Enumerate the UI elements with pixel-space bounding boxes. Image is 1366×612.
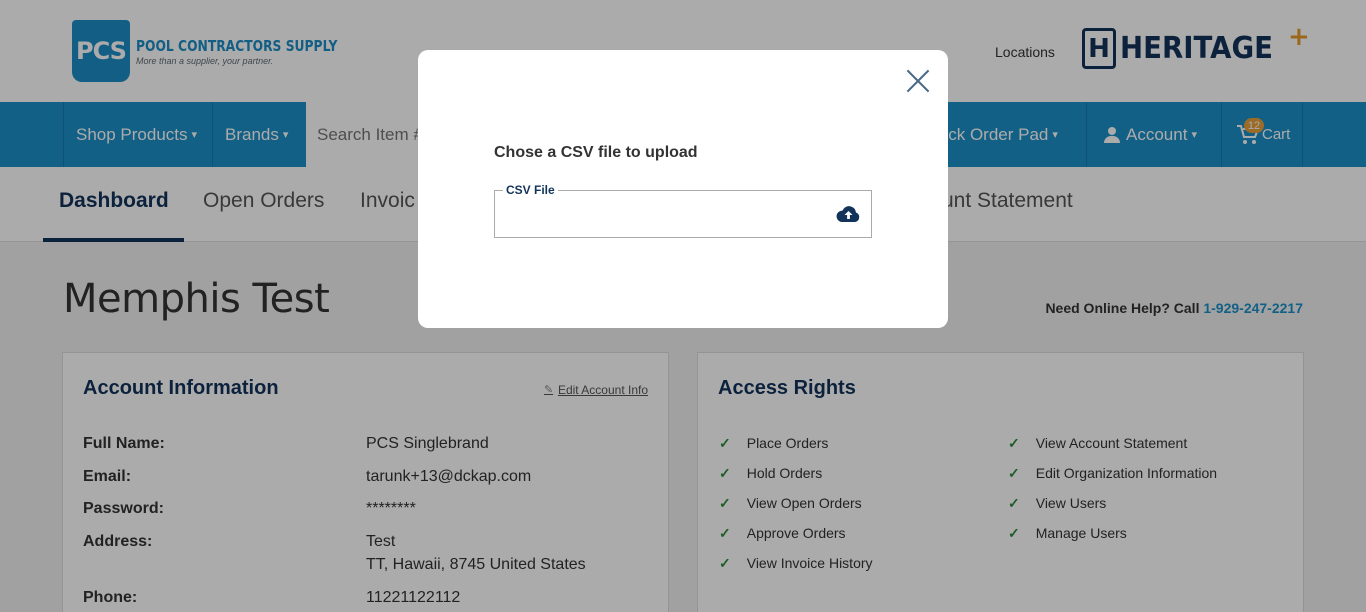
- csv-file-field[interactable]: CSV File: [494, 183, 872, 238]
- csv-upload-modal: Chose a CSV file to upload CSV File: [418, 50, 948, 328]
- modal-title: Chose a CSV file to upload: [494, 144, 698, 161]
- csv-file-label: CSV File: [503, 183, 558, 197]
- cloud-upload-icon[interactable]: [836, 205, 861, 223]
- close-icon[interactable]: [905, 68, 931, 94]
